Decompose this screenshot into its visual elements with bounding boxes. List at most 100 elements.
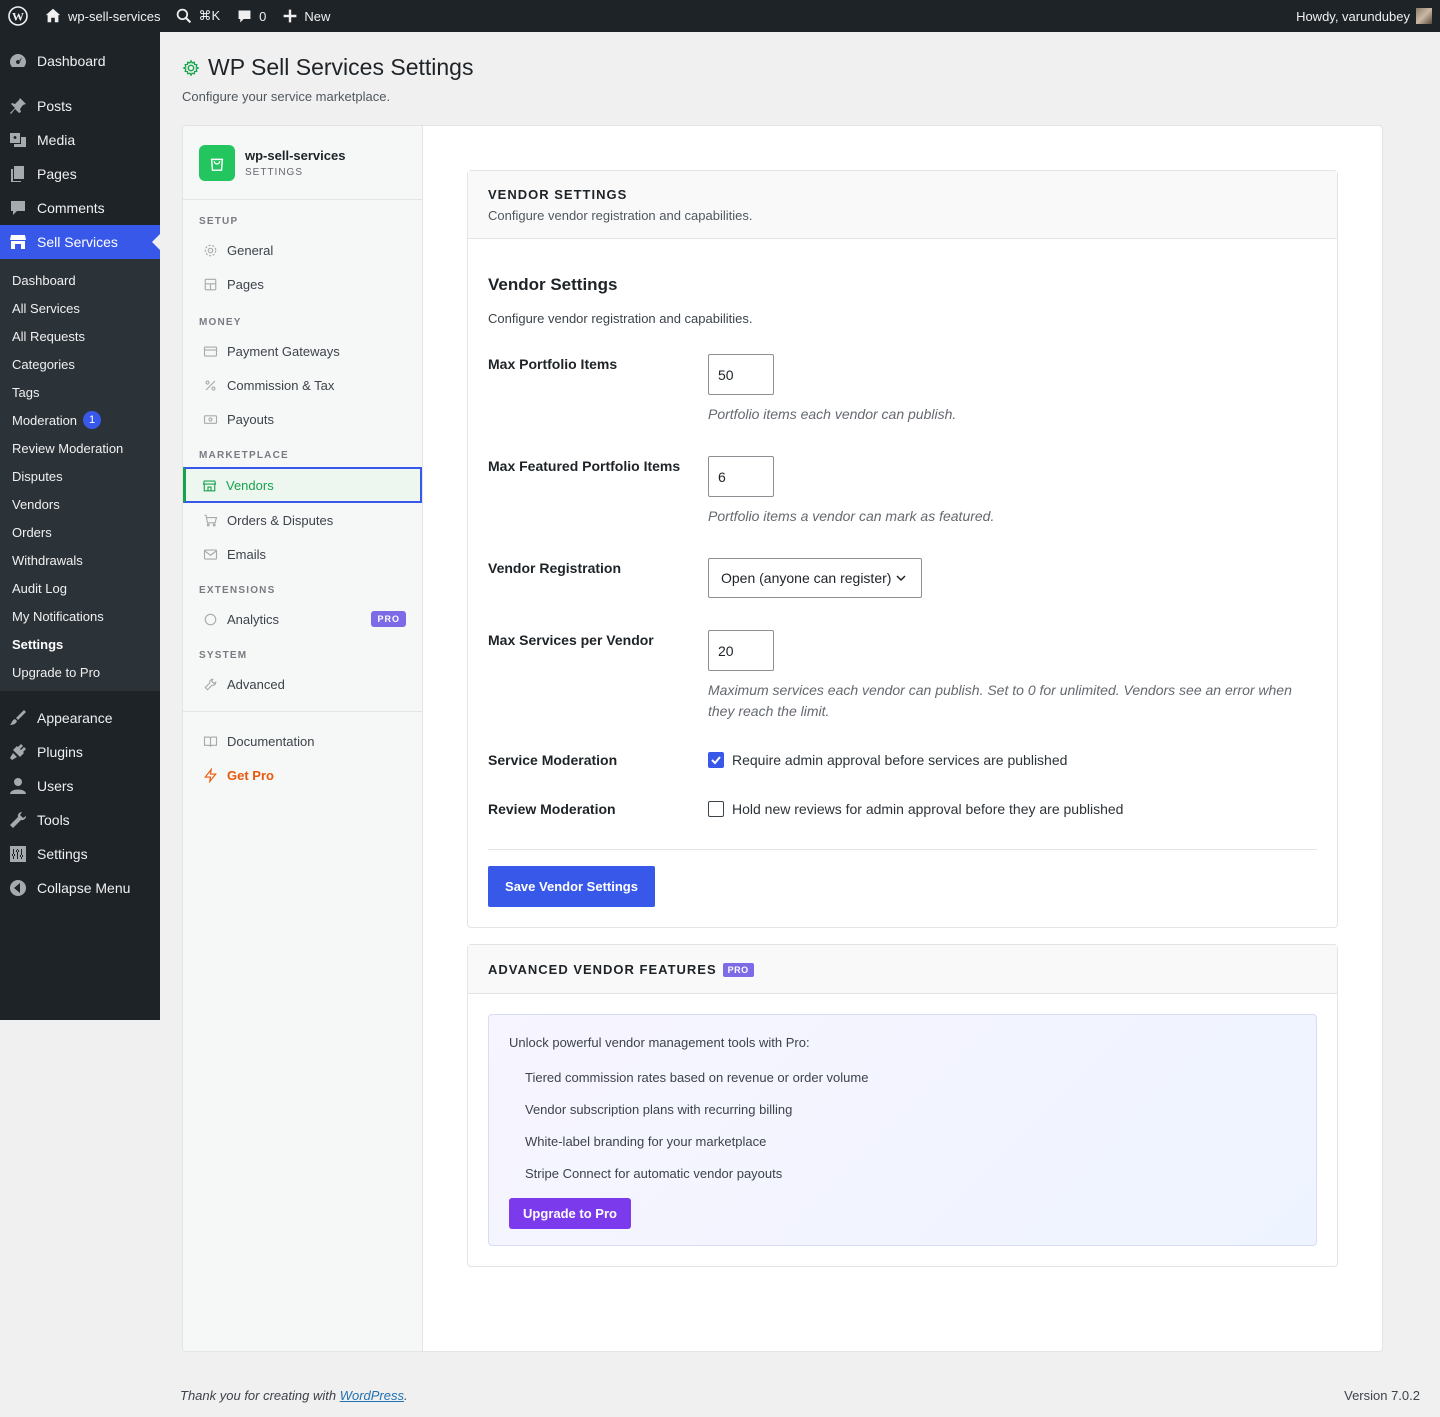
submenu-item-review-moderation[interactable]: Review Moderation [0, 434, 160, 462]
checkbox-label: Require admin approval before services a… [732, 752, 1068, 768]
collapse-icon [10, 880, 26, 896]
page-title: WP Sell Services Settings [208, 54, 474, 80]
field-help: Portfolio items a vendor can mark as fea… [708, 508, 995, 524]
book-icon [203, 735, 218, 747]
nav-item-orders-disputes[interactable]: Orders & Disputes [183, 503, 422, 537]
service-moderation-checkbox[interactable] [708, 752, 724, 768]
submenu-item-disputes[interactable]: Disputes [0, 462, 160, 490]
nav-item-pages[interactable]: Pages [183, 267, 422, 301]
search-icon [177, 8, 192, 24]
nav-item-advanced[interactable]: Advanced [183, 667, 422, 701]
submenu-item-orders[interactable]: Orders [0, 518, 160, 546]
menu-label: Sell Services [37, 234, 118, 250]
nav-section-setup: SETUP [199, 216, 239, 227]
nav-item-get-pro[interactable]: Get Pro [183, 758, 422, 792]
menu-collapse[interactable]: Collapse Menu [0, 871, 160, 905]
service-moderation-checkbox-row[interactable]: Require admin approval before services a… [708, 752, 1317, 768]
moderation-count-badge: 1 [83, 411, 102, 429]
admin-bar: W wp-sell-services ⌘K 0 New Howdy, varun… [0, 0, 1440, 32]
menu-sell-services[interactable]: Sell Services [0, 225, 160, 259]
section-description: Configure vendor registration and capabi… [488, 311, 753, 326]
submenu-item-upgrade-to-pro[interactable]: Upgrade to Pro [0, 658, 160, 686]
submenu-item-all-services[interactable]: All Services [0, 294, 160, 322]
nav-section-money: MONEY [199, 317, 242, 328]
menu-plugins[interactable]: Plugins [0, 735, 160, 769]
card-header: ADVANCED VENDOR FEATURES PRO [468, 945, 1337, 994]
menu-label: Tools [37, 812, 70, 828]
max-services-input[interactable]: 20 [708, 630, 774, 671]
home-icon [45, 8, 61, 23]
menu-label: Dashboard [37, 53, 106, 69]
field-label: Max Portfolio Items [488, 356, 618, 372]
menu-comments[interactable]: Comments [0, 191, 160, 225]
nav-item-commission-tax[interactable]: Commission & Tax [183, 368, 422, 402]
card-title: VENDOR SETTINGS [488, 187, 628, 202]
submenu-item-dashboard[interactable]: Dashboard [0, 266, 160, 294]
menu-label: Plugins [37, 744, 83, 760]
percent-icon [205, 379, 216, 391]
gear-icon [182, 58, 200, 77]
wordpress-link[interactable]: WordPress [340, 1388, 404, 1403]
new-content-link[interactable]: New [274, 0, 338, 32]
nav-item-vendors[interactable]: Vendors [183, 467, 422, 503]
submenu-item-vendors[interactable]: Vendors [0, 490, 160, 518]
submenu-item-tags[interactable]: Tags [0, 378, 160, 406]
comments-link[interactable]: 0 [228, 0, 274, 32]
comment-icon [11, 201, 25, 215]
menu-posts[interactable]: Posts [0, 89, 160, 123]
submenu-item-settings[interactable]: Settings [0, 630, 160, 658]
menu-pages[interactable]: Pages [0, 157, 160, 191]
field-row-registration: Vendor Registration Open (anyone can reg… [488, 558, 1317, 598]
submenu-item-withdrawals[interactable]: Withdrawals [0, 546, 160, 574]
submenu-item-audit-log[interactable]: Audit Log [0, 574, 160, 602]
menu-tools[interactable]: Tools [0, 803, 160, 837]
nav-item-analytics[interactable]: Analytics PRO [183, 602, 422, 636]
footer-version: Version 7.0.2 [1344, 1388, 1420, 1403]
submenu-item-my-notifications[interactable]: My Notifications [0, 602, 160, 630]
vendor-registration-select[interactable]: Open (anyone can register) [708, 558, 922, 598]
menu-appearance[interactable]: Appearance [0, 701, 160, 735]
pro-badge: PRO [722, 962, 754, 977]
review-moderation-checkbox[interactable] [708, 801, 724, 817]
upgrade-to-pro-button[interactable]: Upgrade to Pro [509, 1198, 631, 1229]
menu-users[interactable]: Users [0, 769, 160, 803]
submenu-item-categories[interactable]: Categories [0, 350, 160, 378]
site-name: wp-sell-services [68, 8, 161, 24]
divider [488, 849, 1317, 850]
field-row-max-featured: Max Featured Portfolio Items 6 Portfolio… [488, 456, 1317, 527]
section-title: Vendor Settings [488, 275, 618, 294]
menu-label: Collapse Menu [37, 880, 131, 896]
save-vendor-settings-button[interactable]: Save Vendor Settings [488, 866, 655, 907]
wordpress-logo-icon[interactable]: W [0, 0, 36, 32]
dashboard-icon [10, 54, 26, 67]
submenu-item-all-requests[interactable]: All Requests [0, 322, 160, 350]
nav-item-documentation[interactable]: Documentation [183, 724, 422, 758]
svg-text:W: W [12, 10, 24, 24]
account-menu[interactable]: Howdy, varundubey [1288, 0, 1440, 32]
comments-count: 0 [259, 8, 267, 24]
nav-item-general[interactable]: General [183, 233, 422, 267]
comment-bubble-icon [238, 10, 251, 22]
menu-dashboard[interactable]: Dashboard [0, 44, 160, 78]
menu-settings[interactable]: Settings [0, 837, 160, 871]
menu-label: Settings [37, 846, 88, 862]
nav-item-emails[interactable]: Emails [183, 537, 422, 571]
nav-item-payment-gateways[interactable]: Payment Gateways [183, 334, 422, 368]
card-title: ADVANCED VENDOR FEATURES PRO [488, 962, 1317, 977]
submenu-item-moderation[interactable]: Moderation 1 [0, 406, 160, 434]
menu-media[interactable]: Media [0, 123, 160, 157]
max-portfolio-input[interactable]: 50 [708, 354, 774, 395]
max-featured-input[interactable]: 6 [708, 456, 774, 497]
command-palette-button[interactable]: ⌘K [168, 0, 228, 32]
field-label: Max Featured Portfolio Items [488, 458, 681, 474]
main-content: WP Sell Services Settings Configure your… [182, 32, 1420, 1352]
nav-section-system: SYSTEM [199, 650, 248, 661]
media-icon [10, 133, 26, 147]
admin-footer: Thank you for creating with WordPress. V… [180, 1388, 1420, 1403]
review-moderation-checkbox-row[interactable]: Hold new reviews for admin approval befo… [708, 801, 1317, 817]
nav-item-payouts[interactable]: Payouts [183, 402, 422, 436]
list-item: White-label branding for your marketplac… [525, 1134, 767, 1149]
site-name-link[interactable]: wp-sell-services [36, 0, 168, 32]
mail-icon [203, 548, 218, 560]
checkbox-label: Hold new reviews for admin approval befo… [732, 801, 1124, 817]
